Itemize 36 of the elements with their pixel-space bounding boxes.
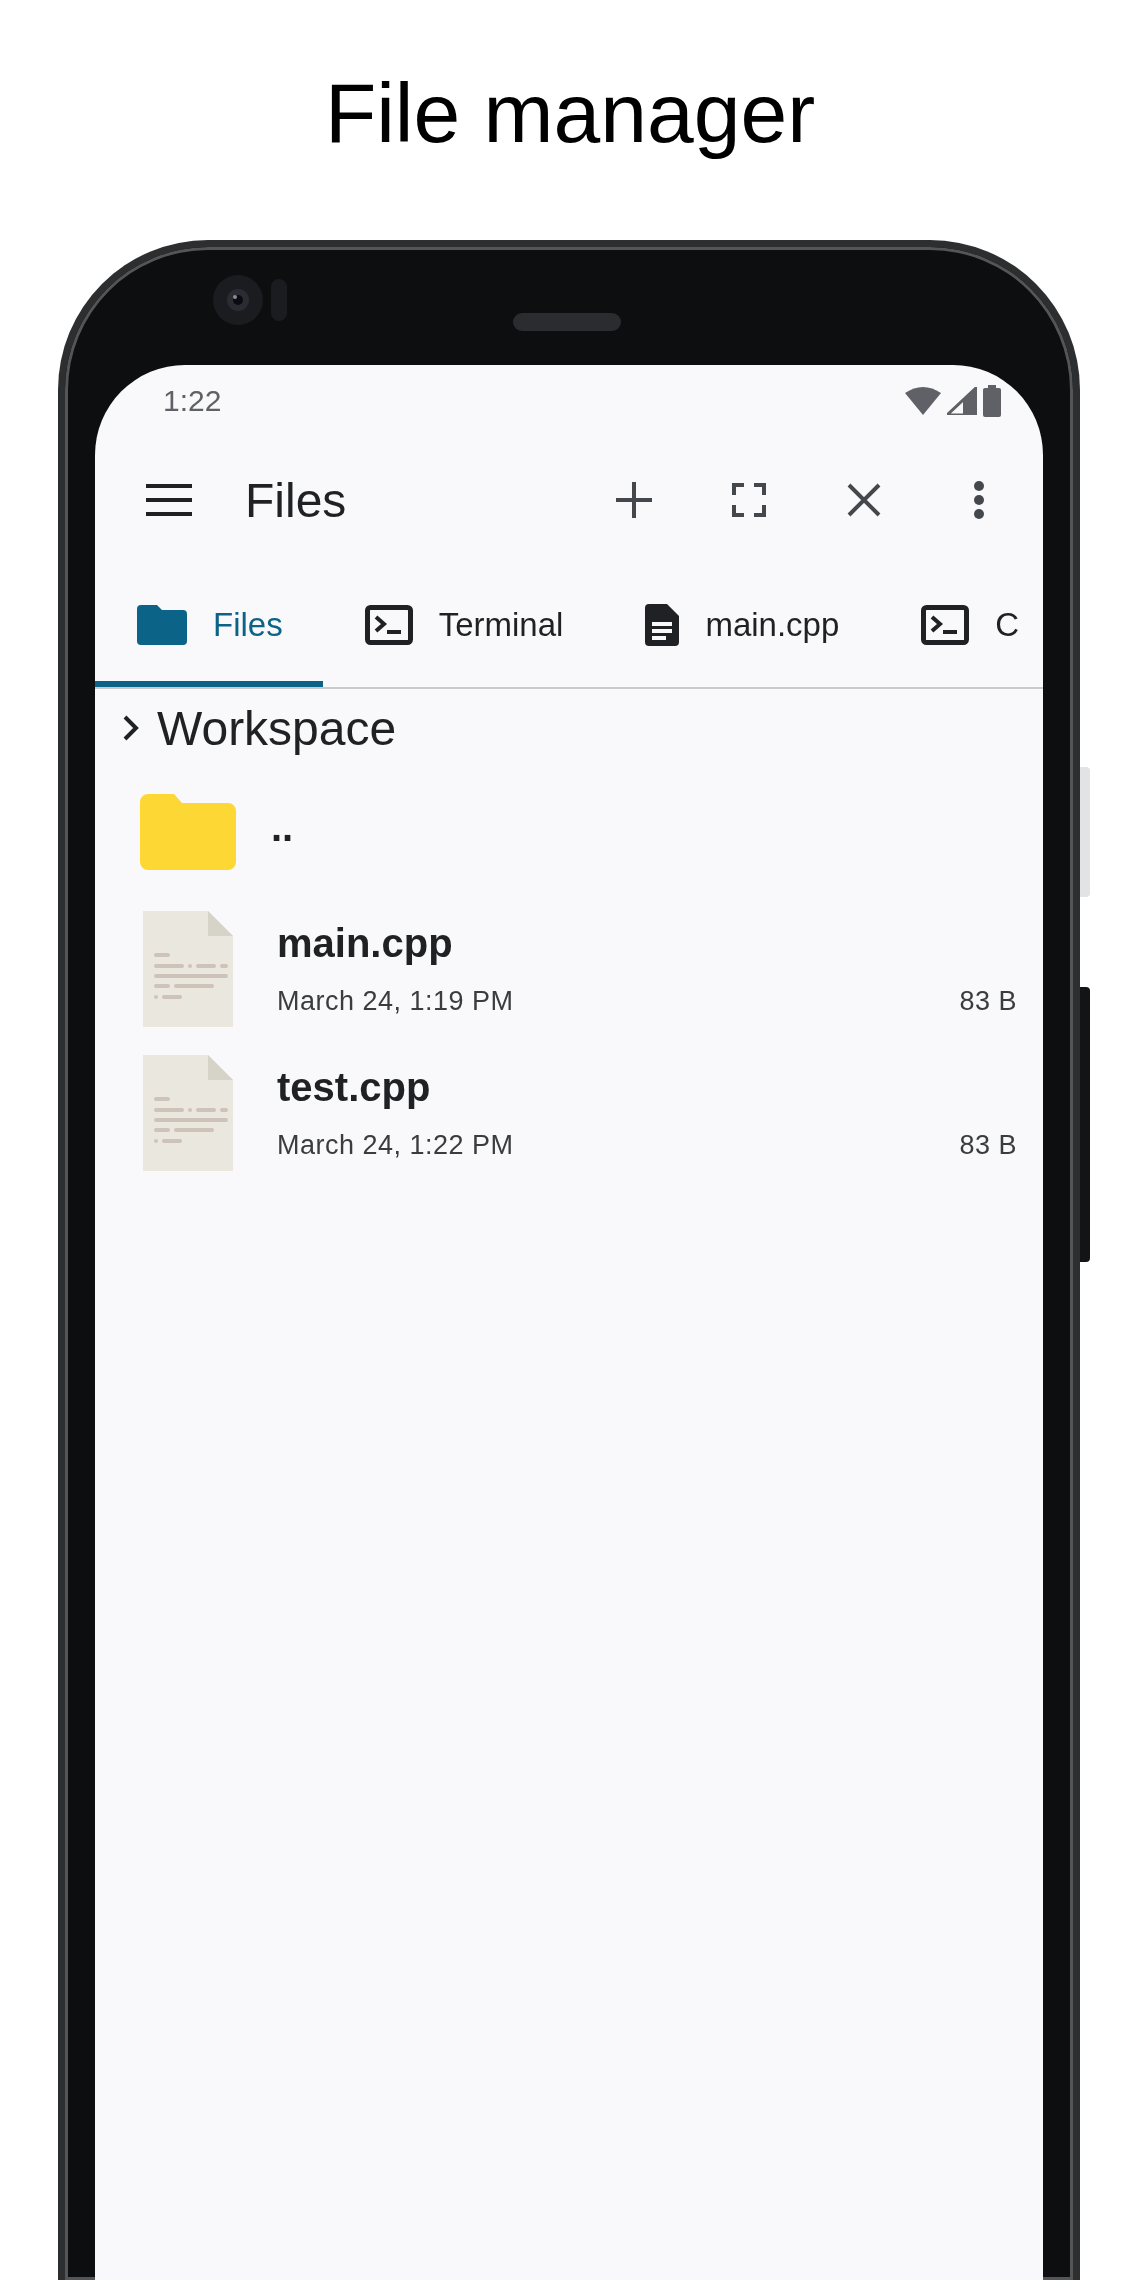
- menu-icon: [146, 484, 192, 516]
- file-size: 83 B: [959, 1130, 1017, 1161]
- modified-date: March 24, 1:19 PM: [277, 986, 514, 1017]
- file-name: ..: [271, 804, 295, 850]
- plus-icon: [616, 482, 652, 518]
- file-row[interactable]: main.cpp March 24, 1:19 PM 83 B: [95, 897, 1043, 1041]
- camera-icon: [213, 275, 287, 325]
- page-heading: File manager: [324, 64, 816, 162]
- modified-date: March 24, 1:22 PM: [277, 1130, 514, 1161]
- chevron-right-icon: [123, 715, 139, 741]
- file-name: test.cpp: [277, 1065, 432, 1110]
- folder-icon: [137, 605, 187, 645]
- file-row[interactable]: ..: [95, 767, 1043, 897]
- file-name: main.cpp: [277, 921, 454, 966]
- folder-icon: [140, 794, 236, 870]
- tab[interactable]: Files: [95, 563, 323, 687]
- fullscreen-icon: [732, 483, 766, 517]
- terminal-icon: [921, 605, 970, 645]
- tab[interactable]: main.cpp: [603, 563, 880, 687]
- tab[interactable]: C: [879, 563, 1043, 687]
- signal-icon: [947, 387, 977, 415]
- close-icon: [847, 483, 881, 517]
- breadcrumb-folder[interactable]: Workspace: [157, 700, 397, 756]
- status-time: 1:22: [163, 384, 222, 418]
- app-title: Files: [245, 472, 348, 528]
- file-icon: [143, 1055, 233, 1171]
- document-icon: [645, 604, 680, 646]
- terminal-icon: [364, 605, 413, 645]
- file-row[interactable]: test.cpp March 24, 1:22 PM 83 B: [95, 1041, 1043, 1185]
- speaker-icon: [513, 313, 621, 331]
- battery-icon: [983, 385, 1001, 417]
- file-size: 83 B: [959, 986, 1017, 1017]
- more-icon: [974, 481, 984, 519]
- file-icon: [143, 911, 233, 1027]
- wifi-icon: [905, 387, 941, 415]
- tab[interactable]: Terminal: [322, 563, 604, 687]
